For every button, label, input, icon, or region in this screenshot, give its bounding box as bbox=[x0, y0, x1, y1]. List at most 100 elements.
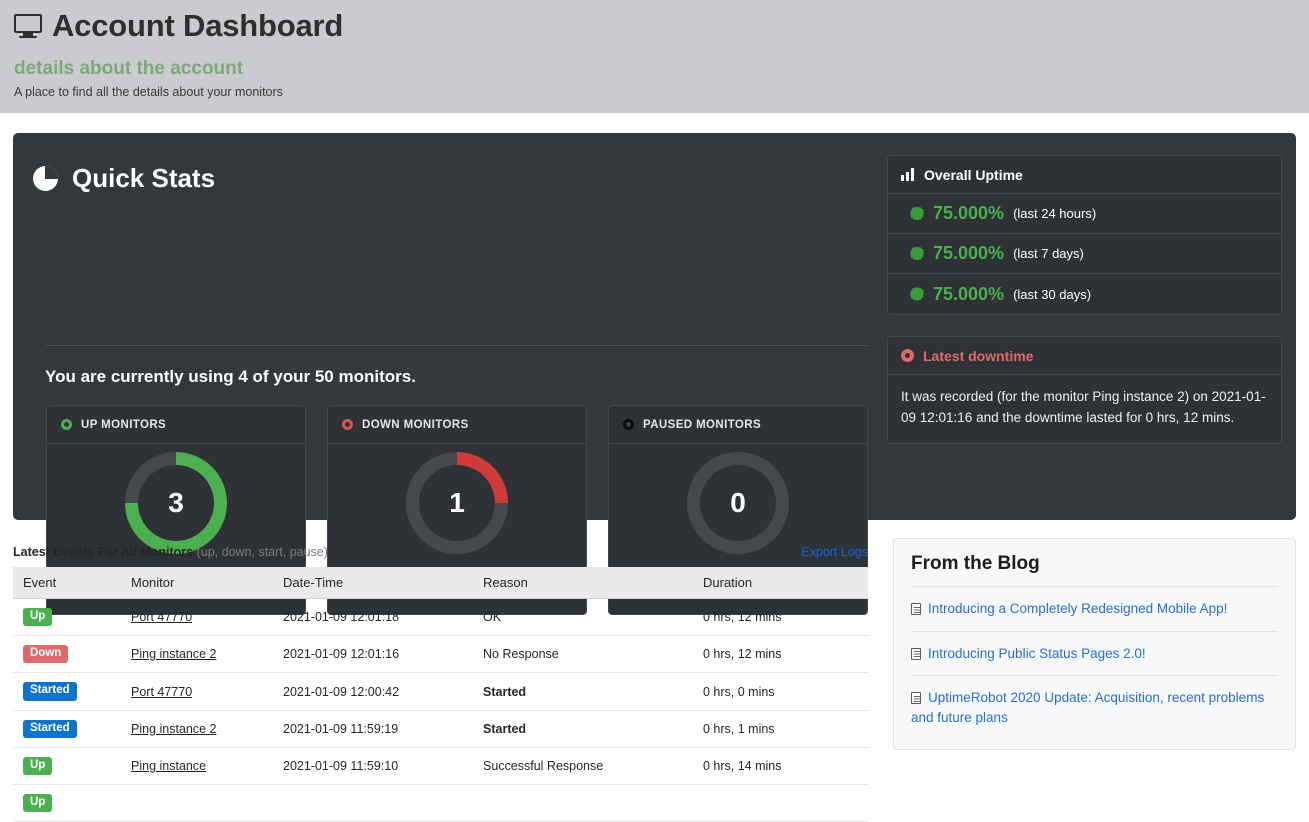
stat-card-up-header: UP MONITORS bbox=[47, 406, 305, 444]
document-icon bbox=[911, 647, 921, 660]
duration-cell: 0 hrs, 1 mins bbox=[693, 710, 868, 748]
list-item: Introducing Public Status Pages 2.0! bbox=[911, 630, 1278, 676]
stat-card-paused-label: PAUSED MONITORS bbox=[643, 418, 762, 431]
document-icon bbox=[911, 603, 921, 615]
stat-card-down-header: DOWN MONITORS bbox=[328, 406, 586, 444]
table-row[interactable]: Up Ping instance 2021-01-09 11:59:10 Succes… bbox=[13, 747, 868, 786]
stat-card-paused-value: 0 bbox=[730, 487, 746, 518]
donut-chart-up: 3 bbox=[125, 452, 227, 554]
uptime-row: 75.000% (last 30 days) bbox=[888, 274, 1281, 314]
quick-stats-title: Quick Stats bbox=[72, 163, 216, 193]
datetime-cell: 2021-01-09 12:00:42 bbox=[273, 672, 473, 711]
monitor-icon bbox=[14, 14, 42, 38]
column-header-event: Event bbox=[13, 567, 121, 599]
latest-downtime-box: Latest downtime It was recorded (for the… bbox=[887, 336, 1282, 444]
green-burst-icon bbox=[910, 246, 924, 261]
reason-cell: Successful Response bbox=[473, 747, 693, 786]
blog-post-link[interactable]: Introducing Public Status Pages 2.0! bbox=[928, 646, 1146, 661]
export-logs-link[interactable]: Export Logs bbox=[801, 545, 868, 559]
event-cell: Up bbox=[13, 784, 121, 822]
monitor-cell: Port 47770 bbox=[121, 672, 273, 711]
monitor-cell: Ping instance 2 bbox=[121, 635, 273, 674]
events-table-body: Up Port 47770 2021-01-09 12:01:18 OK 0 hrs, … bbox=[13, 598, 868, 822]
blog-post-link[interactable]: UptimeRobot 2020 Update: Acquisition, re… bbox=[911, 690, 1264, 725]
overall-uptime-title: Overall Uptime bbox=[924, 166, 1023, 183]
document-icon bbox=[911, 692, 921, 705]
donut-up-wrap: 3 bbox=[47, 452, 305, 554]
events-table: Event Monitor Date-Time Reason Duration … bbox=[13, 567, 868, 822]
uptime-percent: 75.000% bbox=[933, 283, 1005, 304]
page-subtitle: details about the account bbox=[14, 58, 244, 79]
reason-cell: Started bbox=[473, 672, 693, 711]
page-header: Account Dashboard details about the acco… bbox=[0, 0, 1309, 113]
table-row[interactable]: Started Port 47770 2021-01-09 12:00:42 Star… bbox=[13, 672, 868, 711]
table-row[interactable]: Up Port 47770 2021-01-09 12:01:18 OK 0 hrs, … bbox=[13, 598, 868, 637]
latest-events-section: Latest Events For All Monitors (up, down… bbox=[13, 545, 868, 822]
event-cell: Started bbox=[13, 710, 121, 748]
table-row[interactable]: Up bbox=[13, 784, 868, 822]
monitor-link[interactable]: Port 47770 bbox=[131, 610, 192, 624]
bar-chart-icon bbox=[901, 168, 915, 181]
from-the-blog-box: From the Blog Introducing a Completely R… bbox=[893, 538, 1296, 750]
duration-cell: 0 hrs, 12 mins bbox=[693, 598, 868, 637]
blog-title: From the Blog bbox=[911, 553, 1040, 574]
uptime-period: (last 24 hours) bbox=[1013, 206, 1097, 221]
reason-cell: No Response bbox=[473, 635, 693, 674]
uptime-percent: 75.000% bbox=[933, 243, 1005, 263]
divider bbox=[46, 345, 868, 346]
stat-card-up-value: 3 bbox=[168, 487, 184, 518]
status-badge: Up bbox=[23, 756, 53, 776]
duration-cell bbox=[693, 784, 868, 822]
monitor-cell: Port 47770 bbox=[121, 598, 273, 637]
datetime-cell bbox=[273, 784, 473, 822]
overall-uptime-box: Overall Uptime 75.000% (last 24 hours) 7… bbox=[887, 155, 1282, 315]
green-burst-icon bbox=[910, 287, 924, 301]
overall-uptime-header: Overall Uptime bbox=[888, 156, 1281, 194]
stat-card-down-label: DOWN MONITORS bbox=[362, 418, 469, 431]
latest-downtime-header: Latest downtime bbox=[888, 337, 1281, 375]
column-header-reason: Reason bbox=[473, 567, 693, 599]
uptime-row: 75.000% (last 7 days) bbox=[888, 234, 1281, 274]
status-badge: Down bbox=[23, 645, 69, 664]
column-header-monitor: Monitor bbox=[121, 567, 273, 599]
blog-post-link[interactable]: Introducing a Completely Redesigned Mobi… bbox=[928, 601, 1227, 616]
events-caption-sub: (up, down, start, pause) bbox=[196, 545, 328, 559]
green-burst-icon bbox=[910, 206, 924, 221]
column-header-datetime: Date-Time bbox=[273, 567, 473, 599]
list-item: UptimeRobot 2020 Update: Acquisition, re… bbox=[911, 675, 1278, 739]
event-cell: Started bbox=[13, 672, 121, 711]
duration-cell: 0 hrs, 0 mins bbox=[693, 672, 868, 711]
datetime-cell: 2021-01-09 12:01:18 bbox=[273, 598, 473, 637]
page-title: Account Dashboard bbox=[14, 8, 343, 44]
status-badge: Up bbox=[23, 794, 53, 813]
reason-cell: OK bbox=[473, 598, 693, 637]
monitor-link[interactable]: Ping instance 2 bbox=[131, 647, 216, 661]
stat-card-paused-header: PAUSED MONITORS bbox=[609, 406, 867, 444]
status-badge: Started bbox=[23, 719, 77, 738]
page-title-text: Account Dashboard bbox=[52, 8, 344, 43]
table-row[interactable]: Down Ping instance 2 2021-01-09 12:01:16 No… bbox=[13, 635, 868, 674]
monitor-link[interactable]: Port 47770 bbox=[131, 685, 192, 699]
monitor-cell: Ping instance 2 bbox=[121, 710, 273, 748]
latest-downtime-title: Latest downtime bbox=[923, 347, 1034, 364]
red-ring-icon bbox=[901, 349, 914, 362]
events-table-header-row: Event Monitor Date-Time Reason Duration bbox=[13, 567, 868, 599]
duration-cell: 0 hrs, 12 mins bbox=[693, 635, 868, 674]
reason-cell bbox=[473, 784, 693, 822]
status-badge: Up bbox=[23, 608, 53, 627]
uptime-row: 75.000% (last 24 hours) bbox=[888, 194, 1281, 234]
page-description: A place to find all the details about yo… bbox=[14, 85, 283, 99]
donut-paused-wrap: 0 bbox=[609, 452, 867, 554]
monitor-link[interactable]: Ping instance bbox=[131, 759, 206, 773]
reason-cell: Started bbox=[473, 710, 693, 748]
quick-stats-panel: Quick Stats You are currently using 4 of… bbox=[13, 133, 1296, 615]
monitor-cell bbox=[121, 784, 273, 822]
datetime-cell: 2021-01-09 12:01:16 bbox=[273, 635, 473, 674]
duration-cell: 0 hrs, 14 mins bbox=[693, 747, 868, 786]
blog-item-list: Introducing a Completely Redesigned Mobi… bbox=[911, 586, 1278, 739]
status-badge: Started bbox=[23, 682, 77, 701]
monitor-link[interactable]: Ping instance 2 bbox=[131, 722, 216, 736]
red-status-dot-icon bbox=[342, 419, 353, 430]
event-cell: Up bbox=[13, 598, 121, 637]
table-row[interactable]: Started Ping instance 2 2021-01-09 11:59:1… bbox=[13, 710, 868, 748]
